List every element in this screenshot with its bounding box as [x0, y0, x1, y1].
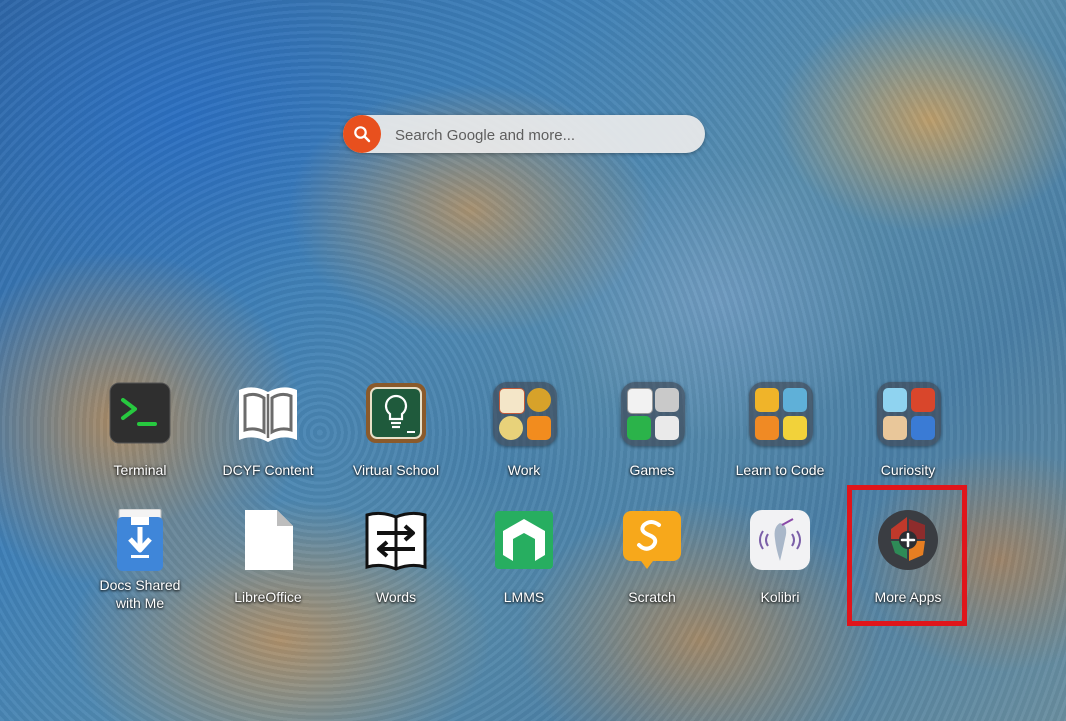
- app-label: Work: [507, 462, 541, 478]
- app-dcyf-content[interactable]: DCYF Content: [204, 382, 332, 479]
- c-letter-icon: [627, 416, 651, 440]
- folder-games[interactable]: Games: [588, 382, 716, 479]
- kolibri-hummingbird-icon: [749, 509, 811, 571]
- landscape-icon: [783, 388, 807, 412]
- search-input[interactable]: [393, 115, 697, 155]
- circle-icon: [499, 416, 523, 440]
- folder-icon: [877, 382, 941, 446]
- search-icon: [354, 126, 371, 143]
- libreoffice-document-icon: [237, 509, 299, 571]
- pencil-icon: [655, 416, 679, 440]
- folder-icon: [621, 382, 685, 446]
- folder-learn-to-code[interactable]: Learn to Code: [716, 382, 844, 479]
- document-icon: [911, 416, 935, 440]
- desktop-background: Terminal DCYF Content Virtual School: [0, 0, 1066, 721]
- dollar-coin-icon: [527, 388, 551, 412]
- app-label-line2: with Me: [115, 595, 165, 611]
- app-lmms[interactable]: LMMS: [460, 509, 588, 606]
- download-document-icon: [109, 508, 171, 571]
- bookshelf-icon: [911, 388, 935, 412]
- app-terminal[interactable]: Terminal: [76, 382, 204, 479]
- scratch-icon: [621, 509, 683, 571]
- app-label-line1: Docs Shared: [99, 577, 181, 593]
- penguin-icon: [883, 388, 907, 412]
- app-label: DCYF Content: [222, 462, 314, 478]
- app-libreoffice[interactable]: LibreOffice: [204, 509, 332, 606]
- cards-icon: [627, 388, 653, 414]
- app-more-apps[interactable]: More Apps: [844, 509, 972, 606]
- app-label: Scratch: [628, 589, 676, 605]
- search-bar[interactable]: [343, 115, 705, 155]
- folder-icon: [749, 382, 813, 446]
- app-label: Kolibri: [760, 589, 800, 605]
- ruler-icon: [755, 416, 779, 440]
- lmms-icon: [493, 509, 555, 571]
- search-button[interactable]: [343, 115, 381, 153]
- app-label: Docs Shared with Me: [76, 576, 204, 612]
- app-label: Words: [375, 589, 417, 605]
- app-scratch[interactable]: Scratch: [588, 509, 716, 606]
- vision-icon: [527, 416, 551, 440]
- app-label: Games: [629, 462, 675, 478]
- more-apps-plus-icon: [877, 509, 939, 571]
- app-label: More Apps: [874, 589, 942, 605]
- words-arrows-icon: [365, 509, 427, 571]
- app-docs-shared-with-me[interactable]: Docs Shared with Me: [76, 508, 204, 612]
- app-label: Curiosity: [880, 462, 936, 478]
- app-label: LibreOffice: [234, 589, 302, 605]
- rocket-icon: [783, 416, 807, 440]
- chalkboard-lightbulb-icon: [365, 382, 427, 444]
- app-label: Virtual School: [352, 462, 440, 478]
- app-words[interactable]: Words: [332, 509, 460, 606]
- app-virtual-school[interactable]: Virtual School: [332, 382, 460, 479]
- puzzle-icon: [755, 388, 779, 412]
- terminal-icon: [109, 382, 171, 444]
- chess-icon: [655, 388, 679, 412]
- folder-icon: [493, 382, 557, 446]
- folder-work[interactable]: Work: [460, 382, 588, 479]
- app-label: Learn to Code: [735, 462, 825, 478]
- character-icon: [883, 416, 907, 440]
- folder-curiosity[interactable]: Curiosity: [844, 382, 972, 479]
- app-label: LMMS: [503, 589, 545, 605]
- app-kolibri[interactable]: Kolibri: [716, 509, 844, 606]
- open-book-icon: [237, 382, 299, 444]
- app-label: Terminal: [113, 462, 167, 478]
- notepad-icon: [499, 388, 525, 414]
